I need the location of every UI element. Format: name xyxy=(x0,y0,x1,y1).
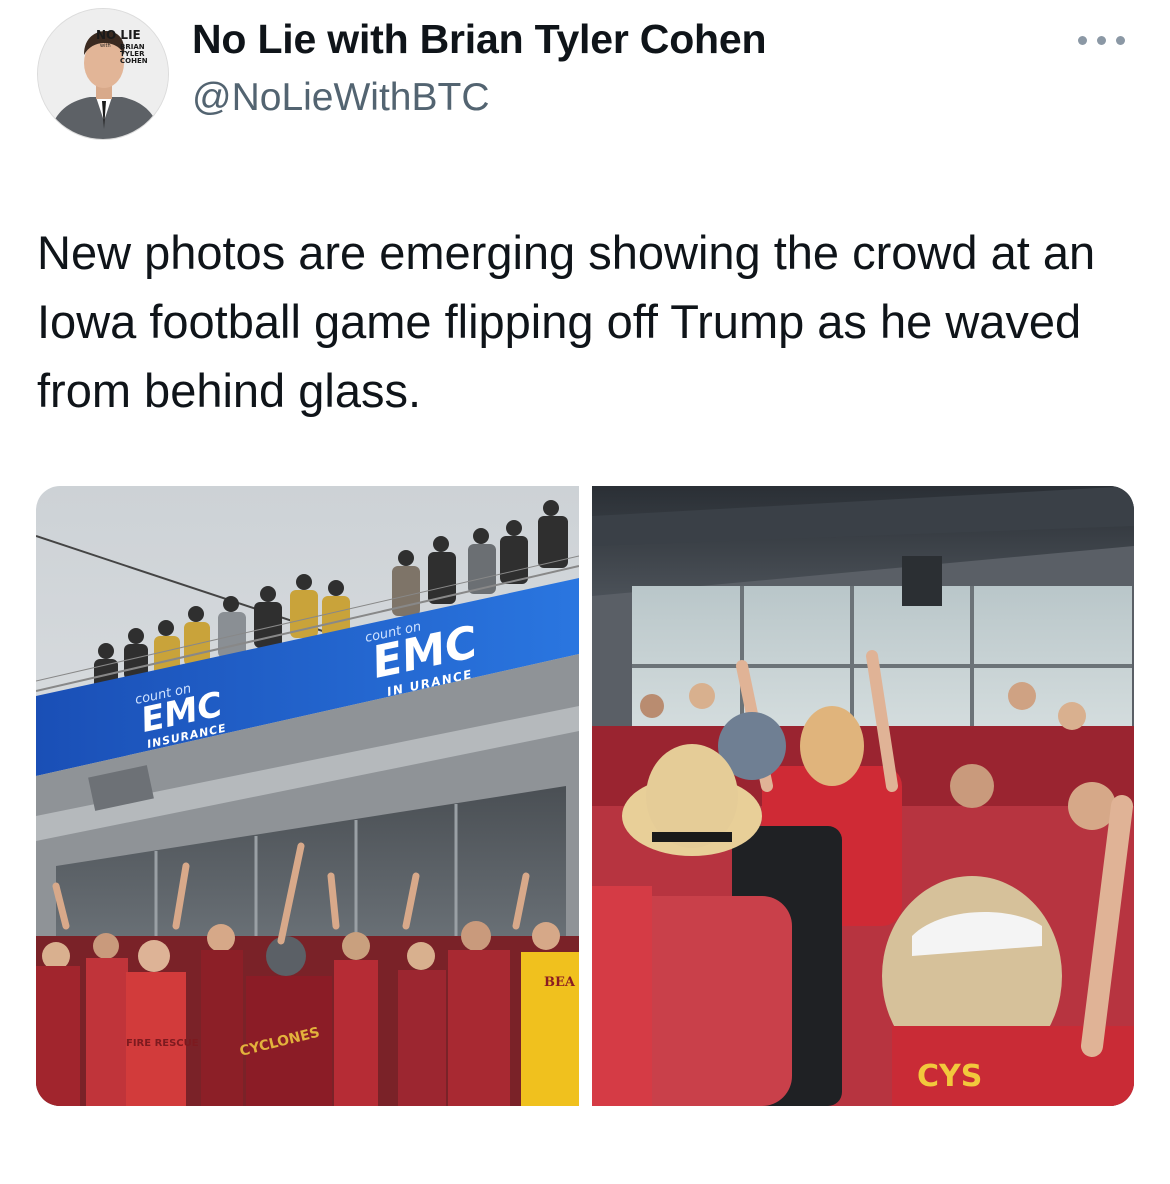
photo-stadium-suite-crowd[interactable]: count on EMC INSURANCE count on EMC IN U… xyxy=(36,486,579,1106)
tweet-card: NO LIE with BRIAN TYLER COHEN No Lie wit… xyxy=(0,0,1170,1184)
photo-stands-crowd[interactable]: CYS xyxy=(592,486,1134,1106)
more-dots-icon[interactable] xyxy=(1078,28,1134,52)
avatar-text-line5: COHEN xyxy=(120,57,148,65)
avatar-text-line2: with xyxy=(100,43,111,49)
tweet-media: count on EMC INSURANCE count on EMC IN U… xyxy=(36,486,1134,1106)
author-avatar[interactable]: NO LIE with BRIAN TYLER COHEN xyxy=(37,8,169,140)
author-display-name[interactable]: No Lie with Brian Tyler Cohen xyxy=(192,16,767,63)
left-shirt-text-iowa: BEA IOW xyxy=(544,975,579,990)
avatar-image: NO LIE with BRIAN TYLER COHEN xyxy=(38,9,168,139)
tweet-text: New photos are emerging showing the crow… xyxy=(37,226,1096,417)
right-shirt-text: CYS xyxy=(917,1059,982,1094)
author-handle[interactable]: @NoLieWithBTC xyxy=(192,76,490,120)
left-shirt-text-fire-rescue: FIRE RESCUE xyxy=(126,1038,199,1049)
avatar-text-line1: NO LIE xyxy=(96,28,141,42)
